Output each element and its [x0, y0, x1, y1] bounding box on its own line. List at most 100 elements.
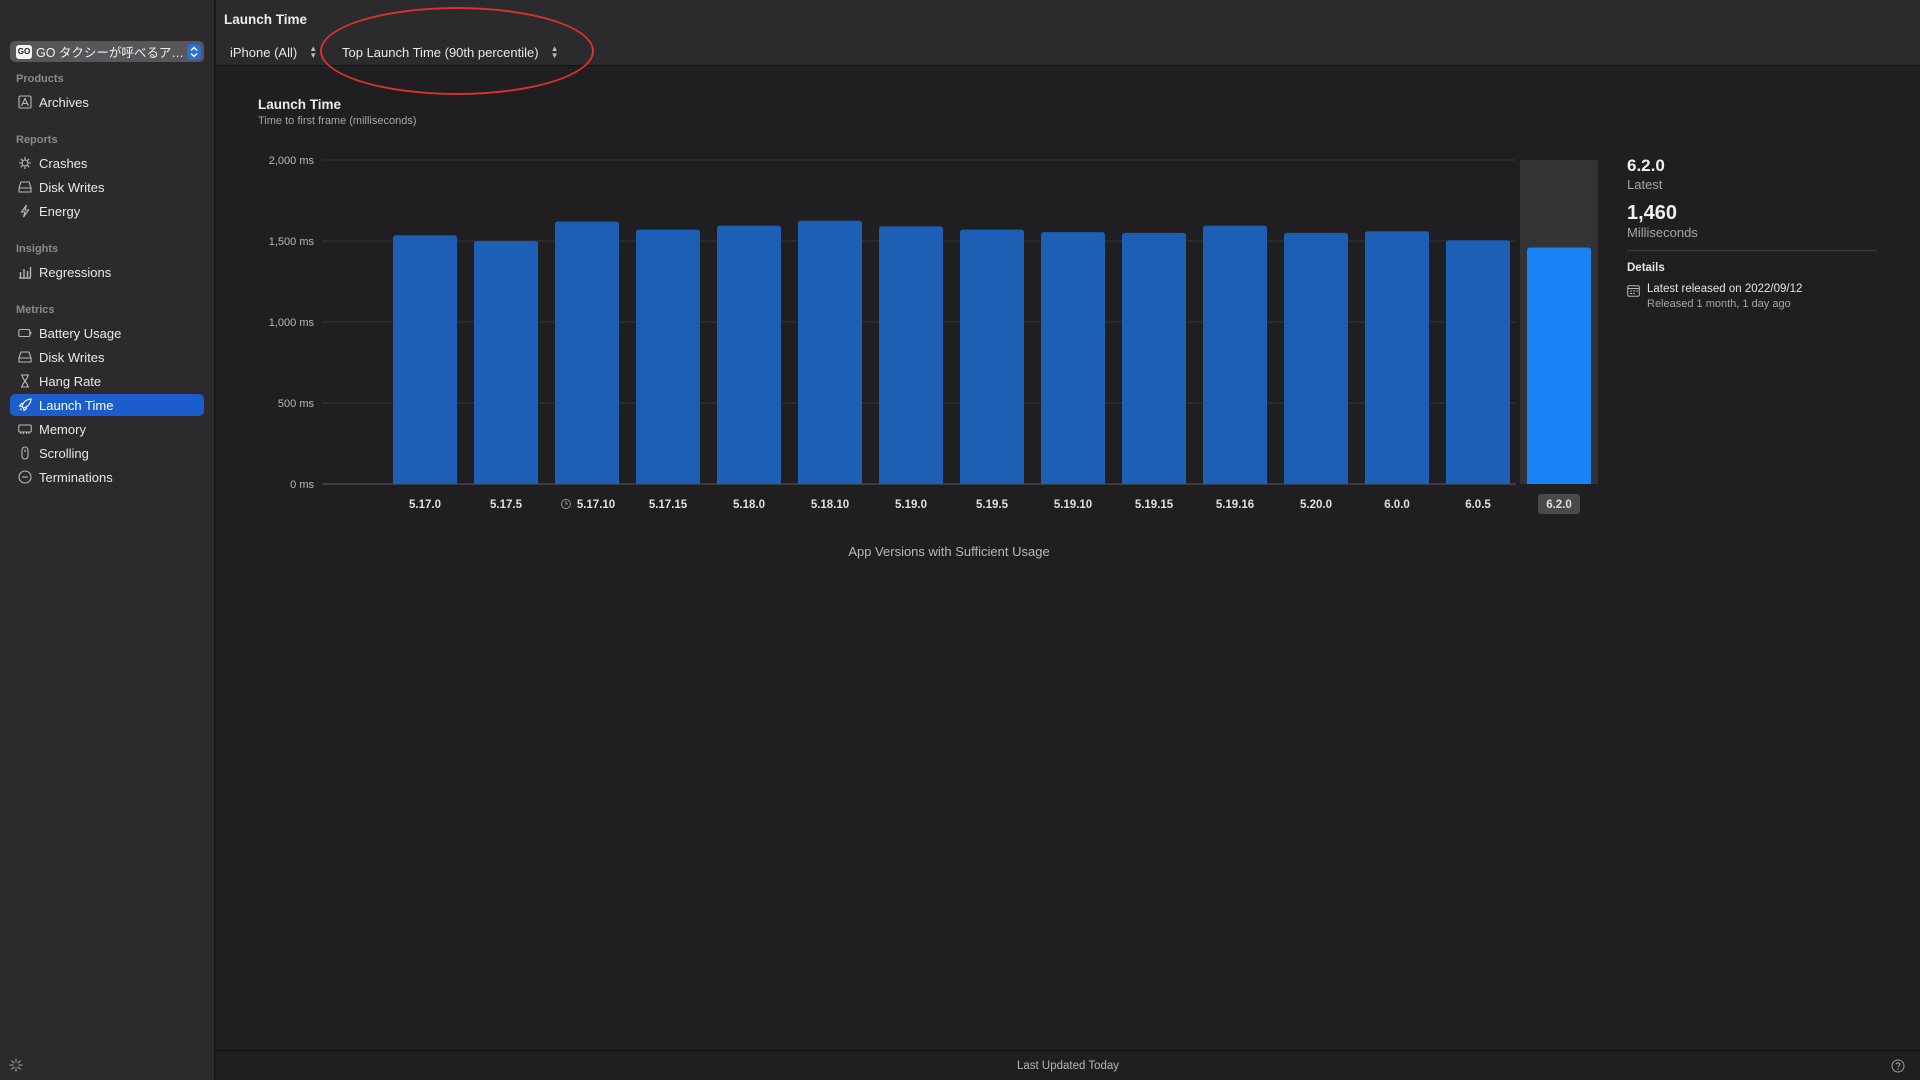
sidebar-item-scrolling[interactable]: Scrolling — [10, 442, 204, 464]
bar-5.20.0[interactable] — [1284, 232, 1348, 484]
x-tick-label: 5.19.10 — [1054, 499, 1092, 511]
x-tick-label: 5.18.0 — [733, 499, 765, 511]
terminations-icon — [17, 469, 33, 485]
sidebar-item-label: Energy — [39, 203, 81, 219]
sidebar-item-terminations[interactable]: Terminations — [10, 466, 204, 488]
bar-5.18.10[interactable] — [798, 220, 862, 484]
x-tick-label: 5.19.15 — [1135, 499, 1174, 511]
release-age: Released 1 month, 1 day ago — [1647, 298, 1791, 310]
chevron-updown-icon: ▲ ▼ — [309, 44, 318, 60]
sidebar-item-label: Battery Usage — [39, 325, 122, 341]
chart-subtitle: Time to first frame (milliseconds) — [258, 115, 417, 127]
bar-5.19.5[interactable] — [960, 229, 1024, 484]
footer: Last Updated Today — [216, 1050, 1920, 1080]
sidebar-item-label: Memory — [39, 421, 86, 437]
chart-title: Launch Time — [258, 97, 342, 112]
sidebar: GO GO タクシーが呼べるアプ... Products Archives Re… — [0, 0, 215, 1080]
bar-5.17.10[interactable] — [555, 221, 619, 484]
sidebar-item-label: Archives — [39, 94, 89, 110]
bar-5.19.0[interactable] — [879, 226, 943, 485]
regressions-icon — [17, 264, 33, 280]
x-tick-label: 5.19.0 — [895, 499, 927, 511]
sidebar-item-label: Regressions — [39, 264, 112, 280]
clock-icon — [561, 499, 571, 509]
details-heading: Details — [1627, 262, 1665, 274]
scrolling-icon — [17, 445, 33, 461]
sidebar-item-label: Terminations — [39, 469, 113, 485]
bar-5.17.0[interactable] — [393, 235, 457, 484]
section-title-products: Products — [16, 73, 64, 85]
disk-icon — [17, 179, 33, 195]
x-tick-label: 6.0.0 — [1384, 499, 1410, 511]
y-tick-label: 500 ms — [278, 398, 315, 410]
bar-6.0.0[interactable] — [1365, 231, 1429, 484]
sidebar-item-label: Crashes — [39, 155, 88, 171]
x-tick-label: 6.2.0 — [1546, 499, 1572, 511]
help-icon[interactable] — [1891, 1059, 1905, 1073]
hourglass-icon — [17, 373, 33, 389]
sidebar-item-regressions[interactable]: Regressions — [10, 261, 204, 283]
sidebar-item-memory[interactable]: Memory — [10, 418, 204, 440]
bar-6.2.0[interactable] — [1527, 247, 1591, 484]
memory-icon — [17, 421, 33, 437]
spinner-icon — [9, 1058, 23, 1072]
selected-version-caption: Latest — [1627, 177, 1663, 192]
sidebar-item-label: Disk Writes — [39, 179, 105, 195]
x-tick-label: 5.18.10 — [811, 499, 849, 511]
app-picker[interactable]: GO GO タクシーが呼べるアプ... — [10, 41, 204, 62]
chevron-updown-icon — [187, 43, 201, 60]
archive-icon — [17, 94, 33, 110]
y-tick-label: 1,000 ms — [269, 317, 315, 329]
x-tick-label: 6.0.5 — [1465, 499, 1491, 511]
bar-5.17.15[interactable] — [636, 229, 700, 484]
sidebar-item-launch-time[interactable]: Launch Time — [10, 394, 204, 416]
calendar-icon — [1627, 285, 1640, 297]
sidebar-item-crashes[interactable]: Crashes — [10, 152, 204, 174]
app-logo: GO — [16, 44, 32, 59]
sidebar-item-label: Scrolling — [39, 445, 89, 461]
y-tick-label: 2,000 ms — [269, 155, 315, 167]
last-updated-text: Last Updated Today — [1016, 1060, 1120, 1072]
divider — [1627, 250, 1877, 251]
bar-5.19.15[interactable] — [1122, 232, 1186, 484]
bar-5.19.10[interactable] — [1041, 232, 1105, 484]
bar-5.19.16[interactable] — [1203, 225, 1267, 485]
device-popup-label: iPhone (All) — [230, 44, 298, 60]
app-picker-label: GO タクシーが呼べるアプ... — [36, 46, 187, 60]
section-title-metrics: Metrics — [16, 304, 55, 316]
sidebar-item-disk-writes-report[interactable]: Disk Writes — [10, 176, 204, 198]
x-tick-label: 5.20.0 — [1300, 499, 1332, 511]
device-popup[interactable]: iPhone (All) ▲ ▼ — [230, 42, 317, 62]
x-axis-title: App Versions with Sufficient Usage — [848, 544, 1049, 559]
energy-icon — [17, 203, 33, 219]
sidebar-item-label: Disk Writes — [39, 349, 105, 365]
rocket-icon — [17, 397, 33, 413]
sidebar-item-archives[interactable]: Archives — [10, 91, 204, 113]
release-info: Latest released on 2022/09/12 Released 1… — [1627, 283, 1887, 310]
y-tick-label: 0 ms — [290, 479, 314, 491]
x-tick-label: 5.17.10 — [577, 499, 615, 511]
page-title: Launch Time — [224, 12, 308, 27]
x-tick-label: 5.17.0 — [409, 499, 441, 511]
sidebar-item-battery-usage[interactable]: Battery Usage — [10, 322, 204, 344]
details-panel: 6.2.0 Latest 1,460 Milliseconds Details … — [1627, 156, 1887, 310]
x-tick-label: 5.19.5 — [976, 499, 1009, 511]
sidebar-item-hang-rate[interactable]: Hang Rate — [10, 370, 204, 392]
sidebar-item-energy[interactable]: Energy — [10, 200, 204, 222]
disk-icon — [17, 349, 33, 365]
x-tick-label: 5.19.16 — [1216, 499, 1254, 511]
launch-time-bar-chart: 0 ms 500 ms 1,000 ms 1,500 ms 2,000 ms 5.17.0… — [269, 155, 1598, 559]
sidebar-item-disk-writes-metric[interactable]: Disk Writes — [10, 346, 204, 368]
toolbar: Launch Time iPhone (All) ▲ ▼ Top Launch T… — [216, 0, 1920, 95]
sidebar-item-label: Launch Time — [39, 397, 114, 413]
selected-version: 6.2.0 — [1627, 156, 1665, 175]
x-tick-label: 5.17.15 — [649, 499, 688, 511]
bar-5.17.5[interactable] — [474, 241, 538, 484]
y-tick-label: 1,500 ms — [269, 236, 315, 248]
bar-6.0.5[interactable] — [1446, 240, 1510, 484]
main-content: Launch Time iPhone (All) ▲ ▼ Top Launch T… — [216, 0, 1920, 1080]
selected-value-unit: Milliseconds — [1627, 225, 1698, 240]
x-tick-label: 5.17.5 — [490, 499, 523, 511]
bar-5.18.0[interactable] — [717, 225, 781, 485]
section-title-insights: Insights — [16, 243, 59, 255]
